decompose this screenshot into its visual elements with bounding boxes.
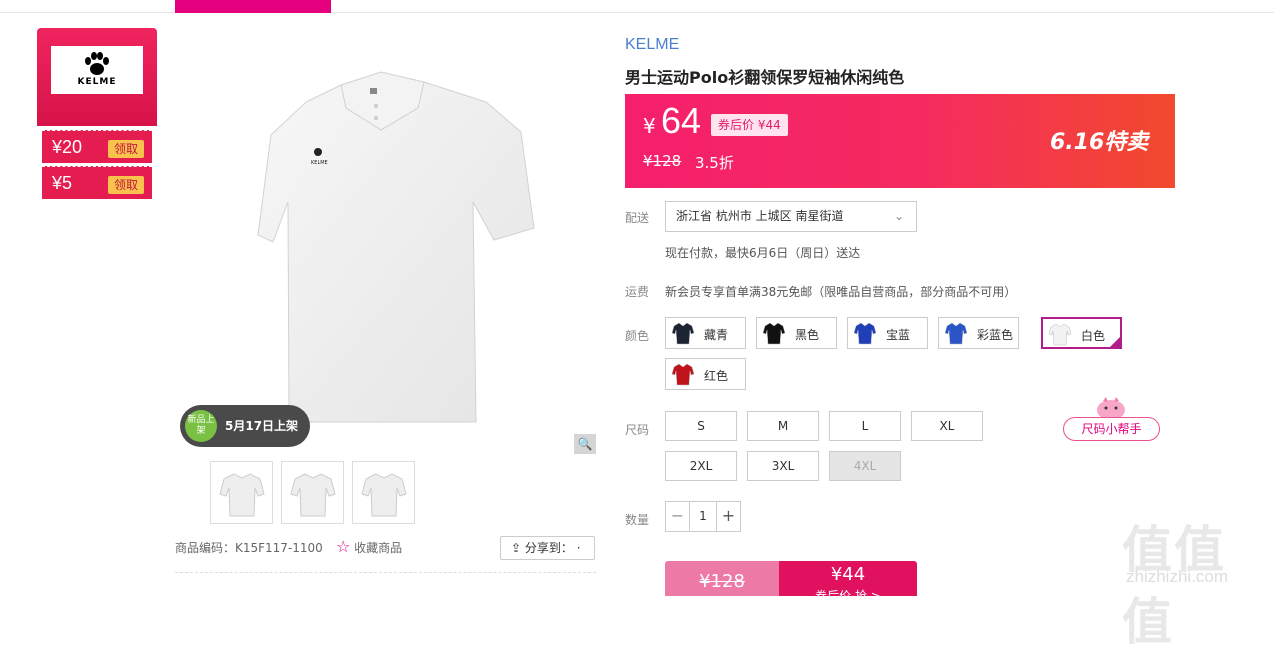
- color-option[interactable]: 黑色: [756, 317, 837, 349]
- delivery-eta: 现在付款，最快6月6日（周日）送达: [665, 246, 861, 260]
- coupon-amount: ¥20: [52, 137, 83, 157]
- color-swatch-icon: [671, 321, 695, 345]
- color-name: 宝蓝: [886, 328, 911, 342]
- size-label: 尺码: [625, 423, 650, 437]
- share-label: 分享到：: [524, 541, 573, 555]
- color-option[interactable]: 宝蓝: [847, 317, 928, 349]
- coupon-5[interactable]: ¥5 领取: [42, 166, 152, 199]
- after-coupon-price: 券后价 ¥44: [711, 114, 788, 136]
- main-product-image[interactable]: KELME: [176, 30, 596, 455]
- claim-coupon-button[interactable]: 领取: [108, 176, 144, 194]
- color-option[interactable]: 红色: [665, 358, 746, 390]
- promo-label: 6.16特卖: [1050, 130, 1149, 155]
- coupon-amount: ¥5: [52, 173, 73, 193]
- size-option[interactable]: 2XL: [665, 451, 737, 481]
- product-title: 男士运动Polo衫翻领保罗短袖休闲纯色: [625, 68, 905, 87]
- color-swatch-icon: [671, 362, 695, 386]
- size-helper-button[interactable]: 尺码小帮手: [1063, 417, 1160, 441]
- launch-badge: 新品上架 5月17日上架: [180, 405, 310, 447]
- dropdown-dot-icon: ·: [576, 541, 581, 555]
- color-name: 彩蓝色: [977, 328, 1014, 342]
- size-option[interactable]: L: [829, 411, 901, 441]
- original-price: ¥128: [643, 152, 682, 170]
- color-option[interactable]: 彩蓝色: [938, 317, 1019, 349]
- shipping-label: 运费: [625, 285, 650, 299]
- brand-link[interactable]: KELME: [625, 36, 679, 54]
- svg-text:KELME: KELME: [311, 160, 328, 166]
- color-label: 颜色: [625, 329, 650, 343]
- buy-with-coupon-button[interactable]: ¥44 券后价 抢 >: [779, 561, 917, 603]
- size-option: 4XL: [829, 451, 901, 481]
- quantity-label: 数量: [625, 513, 650, 527]
- product-code: 商品编码：K15F117-1100: [175, 541, 323, 555]
- address-select[interactable]: 浙江省 杭州市 上城区 南星街道 ⌄: [665, 201, 917, 232]
- quantity-stepper[interactable]: − 1 +: [665, 501, 741, 532]
- quantity-value[interactable]: 1: [690, 502, 716, 531]
- color-swatch-icon: [944, 321, 968, 345]
- paw-icon: [85, 52, 109, 75]
- color-name: 红色: [704, 369, 729, 383]
- claim-coupon-button[interactable]: 领取: [108, 140, 144, 158]
- selected-check-icon: [1108, 335, 1122, 349]
- chevron-down-icon: ⌄: [893, 209, 904, 223]
- brand-logo: KELME: [51, 46, 143, 94]
- buy-price: ¥44: [830, 564, 866, 585]
- size-option[interactable]: M: [747, 411, 819, 441]
- decrease-button[interactable]: −: [666, 502, 690, 531]
- new-arrival-badge: 新品上架: [185, 410, 217, 442]
- active-tab-indicator: [175, 0, 331, 13]
- color-name: 藏青: [704, 328, 729, 342]
- coupon-20[interactable]: ¥20 领取: [42, 130, 152, 163]
- gallery-divider: [175, 572, 596, 573]
- thumbnail-back[interactable]: [352, 461, 415, 524]
- size-option[interactable]: S: [665, 411, 737, 441]
- star-icon: ☆: [336, 537, 351, 556]
- original-price-button[interactable]: ¥128: [665, 561, 779, 596]
- delivery-label: 配送: [625, 211, 650, 225]
- size-option[interactable]: 3XL: [747, 451, 819, 481]
- current-price: 64: [661, 100, 702, 141]
- brand-store-card[interactable]: KELME: [37, 28, 157, 126]
- thumbnail-angle[interactable]: [281, 461, 344, 524]
- discount-rate: 3.5折: [695, 154, 734, 172]
- size-option[interactable]: XL: [911, 411, 983, 441]
- address-value: 浙江省 杭州市 上城区 南星街道: [676, 209, 844, 223]
- color-swatch-icon: [1048, 322, 1072, 346]
- launch-date: 5月17日上架: [225, 419, 299, 433]
- color-option[interactable]: 藏青: [665, 317, 746, 349]
- color-option[interactable]: 白色: [1041, 317, 1122, 349]
- favorite-label: 收藏商品: [354, 541, 403, 555]
- zoom-icon[interactable]: 🔍: [574, 434, 596, 454]
- brand-logo-text: KELME: [77, 77, 117, 87]
- share-icon: ⇪: [511, 541, 522, 555]
- thumbnail-front[interactable]: [210, 461, 273, 524]
- shipping-info: 新会员专享首单满38元免邮（限唯品自营商品，部分商品不可用）: [665, 285, 1017, 299]
- increase-button[interactable]: +: [716, 502, 740, 531]
- favorite-button[interactable]: ☆ 收藏商品: [336, 537, 402, 556]
- currency-symbol: ¥: [643, 114, 656, 138]
- color-name: 白色: [1081, 329, 1106, 343]
- price-banner: ¥ 64 券后价 ¥44 ¥128 3.5折 6.16特卖: [625, 94, 1175, 188]
- color-swatch-icon: [762, 321, 786, 345]
- share-dropdown[interactable]: ⇪ 分享到： ·: [500, 536, 595, 560]
- polo-shirt-image: KELME: [257, 71, 535, 423]
- color-swatch-icon: [853, 321, 877, 345]
- watermark-site: zhizhizhi.com: [1126, 567, 1229, 586]
- color-name: 黑色: [795, 328, 820, 342]
